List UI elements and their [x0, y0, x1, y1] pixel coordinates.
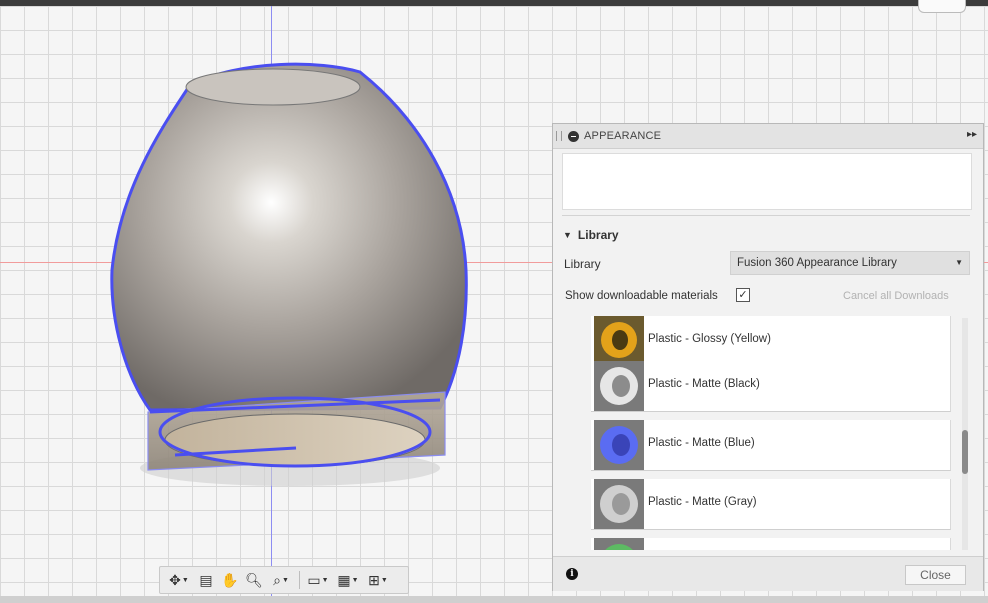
grid-icon[interactable]: ▦ ▼: [333, 569, 363, 591]
material-swatch: [594, 361, 644, 411]
library-section-header[interactable]: ▼ Library: [563, 228, 619, 242]
material-name: Plastic - Glossy (Yellow): [648, 333, 771, 345]
close-button[interactable]: Close: [905, 565, 966, 585]
material-list-scrollbar[interactable]: [962, 318, 968, 550]
library-selected-value: Fusion 360 Appearance Library: [737, 257, 897, 269]
body-surface[interactable]: [110, 62, 468, 412]
viewports-icon[interactable]: ⊞ ▼: [363, 569, 393, 591]
panel-header: APPEARANCE ▸▸: [553, 124, 983, 149]
pan-icon[interactable]: ✋: [218, 569, 242, 591]
orbit-icon[interactable]: ✥ ▼: [164, 569, 194, 591]
material-list: Plastic - Glossy (Yellow) Plastic - Matt…: [591, 316, 951, 550]
list-item[interactable]: Plastic - Matte (Gray): [591, 479, 951, 530]
material-swatch: [594, 420, 644, 470]
show-downloadable-checkbox[interactable]: ✓: [736, 288, 750, 302]
divider: [562, 215, 970, 216]
material-name: Plastic - Matte (Blue): [648, 437, 755, 449]
material-swatch: [594, 538, 644, 550]
info-icon[interactable]: i: [566, 568, 578, 580]
navigation-toolbar: ✥ ▼ ▤ ✋ 🔍︎ ⌕ ▼ ▭ ▼ ▦ ▼ ⊞ ▼: [159, 566, 409, 594]
list-item[interactable]: Plastic - Glossy (Yellow): [591, 316, 951, 367]
look-at-icon[interactable]: ▤: [194, 569, 218, 591]
panel-title: APPEARANCE: [584, 130, 662, 142]
in-design-preview-box: [562, 153, 972, 210]
show-downloadable-label: Show downloadable materials: [565, 290, 718, 302]
appearance-panel: APPEARANCE ▸▸ ▼ Library Library Fusion 3…: [552, 123, 984, 591]
list-item[interactable]: Plastic - Matte (Black): [591, 361, 951, 412]
drag-grip-icon[interactable]: [556, 131, 562, 141]
library-select[interactable]: Fusion 360 Appearance Library ▼: [730, 251, 970, 275]
section-title: Library: [577, 228, 619, 242]
display-settings-icon[interactable]: ▭ ▼: [303, 569, 333, 591]
chevron-down-icon: ▼: [955, 258, 963, 267]
library-label: Library: [564, 257, 601, 271]
material-swatch: [594, 316, 644, 366]
panel-footer: i Close: [553, 556, 983, 591]
list-item[interactable]: Plastic - Matte (Blue): [591, 420, 951, 471]
cancel-all-downloads-link[interactable]: Cancel all Downloads: [843, 290, 949, 302]
timeline-strip: [0, 596, 988, 603]
fit-icon[interactable]: ⌕ ▼: [266, 569, 296, 591]
material-name: Plastic - Matte (Gray): [648, 496, 757, 508]
material-swatch: [594, 479, 644, 529]
toolbar-separator: [299, 571, 300, 589]
collapse-icon[interactable]: [568, 130, 579, 142]
expand-icon[interactable]: ▸▸: [967, 129, 977, 140]
list-item[interactable]: [591, 538, 951, 550]
scroll-thumb[interactable]: [962, 430, 968, 474]
zoom-icon[interactable]: 🔍︎: [242, 569, 266, 591]
material-name: Plastic - Matte (Black): [648, 378, 760, 390]
caret-down-icon: ▼: [563, 230, 572, 240]
